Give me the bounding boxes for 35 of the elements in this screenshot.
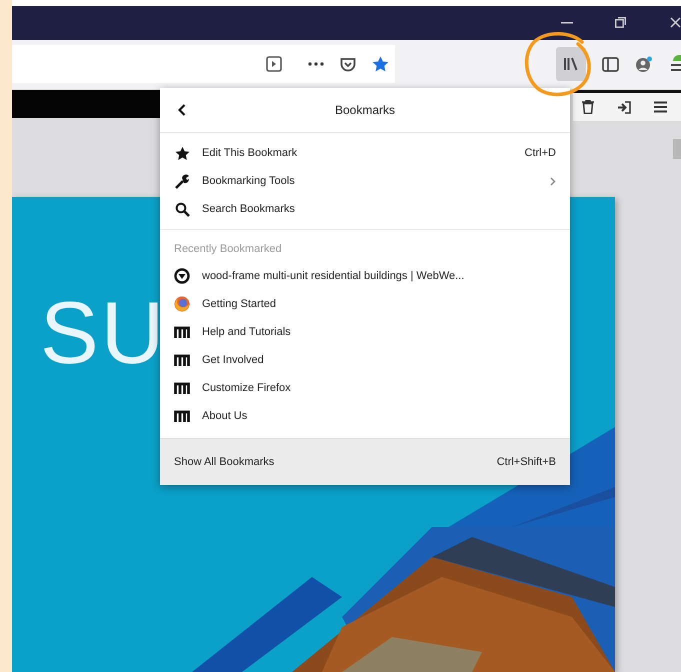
search-icon xyxy=(174,202,190,216)
section-header: Recently Bookmarked xyxy=(173,242,283,257)
pocket-icon[interactable] xyxy=(340,56,356,72)
menu-title: Bookmarks xyxy=(334,103,396,117)
menu-icon[interactable] xyxy=(654,101,667,113)
mozilla-icon xyxy=(174,326,190,338)
extension-icon[interactable] xyxy=(671,55,681,74)
menu-item[interactable]: About Us xyxy=(160,402,570,430)
more-icon[interactable] xyxy=(308,62,324,66)
star-icon[interactable] xyxy=(372,56,389,72)
menu-item[interactable]: Bookmarking Tools xyxy=(160,167,570,195)
menu-item[interactable]: Search Bookmarks xyxy=(160,195,570,223)
wrench-icon xyxy=(174,174,190,188)
sign-in-icon[interactable] xyxy=(617,100,631,114)
show-all-bookmarks-item[interactable]: Show All Bookmarks Ctrl+Shift+B xyxy=(160,438,570,485)
minimize-icon[interactable] xyxy=(561,22,573,24)
mozilla-icon xyxy=(174,382,190,394)
menu-item[interactable]: Customize Firefox xyxy=(160,374,570,402)
account-icon[interactable] xyxy=(635,56,653,73)
mozilla-icon xyxy=(174,410,190,422)
chevron-right-icon xyxy=(550,176,556,186)
restore-icon[interactable] xyxy=(615,17,626,28)
sidebar-icon[interactable] xyxy=(602,56,619,72)
close-icon[interactable] xyxy=(670,17,681,28)
back-icon[interactable] xyxy=(178,104,186,116)
menu-item[interactable]: Edit This Bookmark Ctrl+D xyxy=(160,139,570,167)
menu-item[interactable]: wood-frame multi-unit residential buildings | WebWe... xyxy=(160,262,570,290)
reader-view-icon[interactable] xyxy=(266,56,282,72)
library-button[interactable] xyxy=(556,47,586,82)
mozilla-icon xyxy=(174,354,190,366)
trash-icon[interactable] xyxy=(582,100,594,114)
scrollbar-thumb[interactable] xyxy=(673,139,681,159)
library-icon xyxy=(563,56,579,72)
star-icon xyxy=(174,146,190,160)
firefox-icon xyxy=(174,296,190,312)
